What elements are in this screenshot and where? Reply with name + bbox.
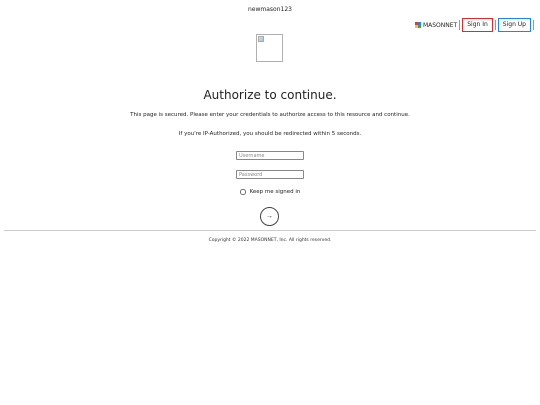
top-nav: MASONNET Sign In Sign Up — [414, 18, 536, 32]
password-input[interactable] — [236, 170, 304, 179]
sign-in-button[interactable]: Sign In — [462, 18, 493, 32]
nav-separator — [533, 20, 534, 30]
remember-me-label: Keep me signed in — [249, 189, 301, 195]
divider — [4, 230, 536, 231]
secured-message: This page is secured. Please enter your … — [130, 112, 410, 118]
sign-up-button[interactable]: Sign Up — [497, 18, 531, 32]
submit-button[interactable]: → — [260, 207, 279, 226]
broken-image-icon — [258, 36, 264, 42]
copyright-footer: Copyright © 2022 MASONNET, Inc. All righ… — [208, 238, 332, 243]
site-logo — [256, 34, 283, 62]
page-title: Authorize to continue. — [203, 88, 337, 103]
masonnet-logo-icon — [414, 22, 421, 28]
brand-name: MASONNET — [422, 21, 458, 29]
current-username: newmason123 — [248, 6, 292, 13]
nav-separator — [494, 20, 496, 30]
login-page: newmason123 MASONNET Sign In Sign Up Aut… — [0, 0, 540, 405]
nav-separator — [459, 20, 461, 30]
arrow-right-icon: → — [266, 213, 273, 220]
remember-me-checkbox[interactable] — [239, 189, 246, 195]
username-input[interactable] — [236, 151, 304, 160]
brand[interactable]: MASONNET — [414, 21, 458, 29]
remember-me[interactable]: Keep me signed in — [0, 189, 540, 195]
ip-auth-message: If you're IP-Authorized, you should be r… — [178, 131, 362, 137]
